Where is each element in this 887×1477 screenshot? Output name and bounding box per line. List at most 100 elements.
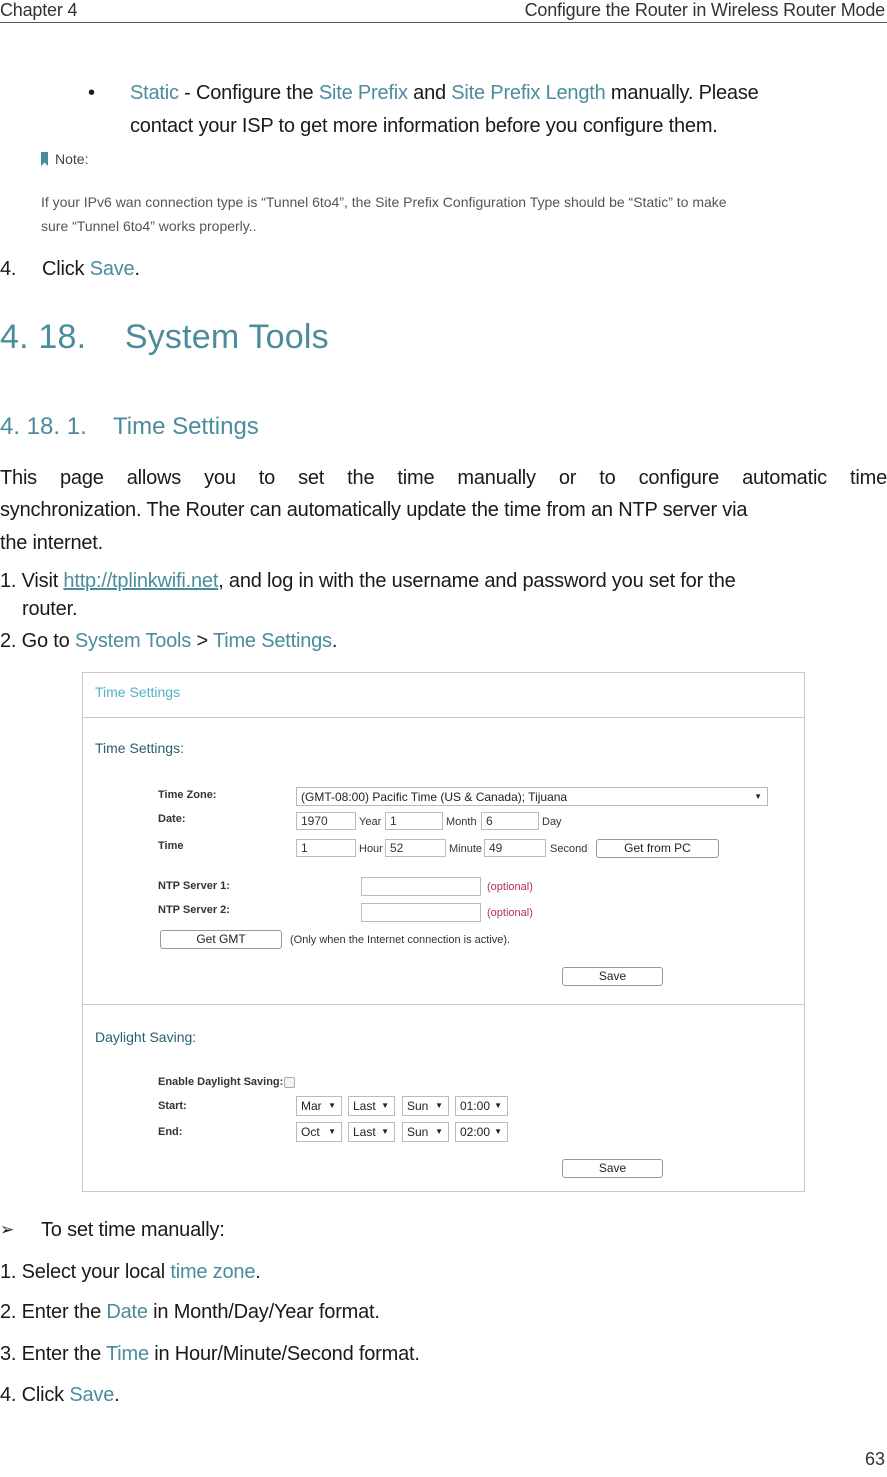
second-input[interactable]: 49 <box>484 839 546 857</box>
term-static: Static <box>130 82 179 104</box>
ntp-server-1-optional: (optional) <box>487 881 533 893</box>
chapter-title: Configure the Router in Wireless Router … <box>524 0 886 20</box>
save-link-text: Save <box>89 258 135 280</box>
month-unit: Month <box>446 816 477 828</box>
note-bookmark-icon <box>41 152 48 166</box>
intro-line3: the internet. <box>0 532 104 554</box>
text: . <box>255 1261 261 1283</box>
end-month-select[interactable]: Oct ▼ <box>296 1122 342 1142</box>
time-zone-label: Time Zone: <box>158 789 217 801</box>
text: 3. Enter the <box>0 1343 106 1365</box>
term-site-prefix-length: Site Prefix Length <box>451 82 606 104</box>
month-input[interactable]: 1 <box>385 812 443 830</box>
intro-line2: synchronization. The Router can automati… <box>0 499 748 521</box>
intro-line1: This page allows you to set the time man… <box>0 467 887 489</box>
date-label: Date: <box>158 813 186 825</box>
end-label: End: <box>158 1126 183 1138</box>
start-week-select[interactable]: Last ▼ <box>348 1096 395 1116</box>
day-input[interactable]: 6 <box>481 812 539 830</box>
time-zone-value: (GMT-08:00) Pacific Time (US & Canada); … <box>301 790 568 804</box>
start-month-select[interactable]: Mar ▼ <box>296 1096 342 1116</box>
text: . <box>331 630 338 652</box>
time-settings-screenshot: Time Settings Time Settings: Time Zone: … <box>82 672 805 1192</box>
chapter-label: Chapter 4 <box>0 0 78 20</box>
ntp-server-2-input[interactable] <box>361 903 481 922</box>
manual-step-1: 1. Select your local time zone. <box>0 1256 261 1288</box>
static-bullet-line2: contact your ISP to get more information… <box>130 115 718 137</box>
second-unit: Second <box>550 843 588 855</box>
end-month-value: Oct <box>301 1125 320 1139</box>
dropdown-arrow-icon: ▼ <box>381 1101 389 1110</box>
text: 2. Go to <box>0 630 75 652</box>
term-time: Time <box>106 1343 149 1365</box>
manual-step-2: 2. Enter the Date in Month/Day/Year form… <box>0 1296 380 1328</box>
term-date: Date <box>106 1301 148 1323</box>
term-time-zone: time zone <box>170 1261 256 1283</box>
start-month-value: Mar <box>301 1099 322 1113</box>
enable-dst-checkbox[interactable] <box>284 1077 295 1088</box>
minute-input[interactable]: 52 <box>385 839 446 857</box>
start-day-select[interactable]: Sun ▼ <box>402 1096 449 1116</box>
section-daylight-saving: Daylight Saving: <box>95 1029 197 1045</box>
dropdown-arrow-icon: ▼ <box>381 1127 389 1136</box>
text: 2. Enter the <box>0 1301 107 1323</box>
dropdown-arrow-icon: ▼ <box>494 1101 502 1110</box>
manual-step-3: 3. Enter the Time in Hour/Minute/Second … <box>0 1338 420 1370</box>
save-button-dst[interactable]: Save <box>562 1159 663 1178</box>
time-zone-select[interactable]: (GMT-08:00) Pacific Time (US & Canada); … <box>296 787 768 806</box>
hour-input[interactable]: 1 <box>296 839 356 857</box>
end-week-select[interactable]: Last ▼ <box>348 1122 395 1142</box>
note-text-line2: sure “Tunnel 6to4” works properly.. <box>41 218 257 234</box>
step2: 2. Go to System Tools > Time Settings. <box>0 625 337 657</box>
text: 1. Select your local <box>0 1261 171 1283</box>
menu-system-tools: System Tools <box>74 630 192 652</box>
dropdown-arrow-icon: ▼ <box>754 792 762 801</box>
end-week-value: Last <box>353 1125 376 1139</box>
text: in Hour/Minute/Second format. <box>148 1343 420 1365</box>
panel-title-bar: Time Settings <box>83 673 804 718</box>
subsection-heading: 4. 18. 1. Time Settings <box>0 413 259 440</box>
text: . <box>134 258 140 280</box>
menu-time-settings: Time Settings <box>212 630 332 652</box>
text: > <box>191 630 213 652</box>
arrow-bullet-icon: ➢ <box>0 1220 15 1239</box>
dropdown-arrow-icon: ▼ <box>435 1127 443 1136</box>
bullet-dot: • <box>88 82 95 104</box>
start-time-value: 01:00 <box>460 1099 491 1113</box>
term-site-prefix: Site Prefix <box>318 82 408 104</box>
section-time-settings: Time Settings: <box>95 740 184 756</box>
ntp-server-1-label: NTP Server 1: <box>158 880 230 892</box>
start-time-select[interactable]: 01:00 ▼ <box>455 1096 508 1116</box>
note-text-line1: If your IPv6 wan connection type is “Tun… <box>41 194 727 210</box>
start-week-value: Last <box>353 1099 376 1113</box>
section-heading: 4. 18. System Tools <box>0 318 329 356</box>
end-time-select[interactable]: 02:00 ▼ <box>455 1122 508 1142</box>
text: - Configure the <box>178 82 319 104</box>
get-gmt-button[interactable]: Get GMT <box>160 930 282 949</box>
enable-dst-label: Enable Daylight Saving: <box>158 1076 284 1088</box>
start-label: Start: <box>158 1100 187 1112</box>
get-from-pc-button[interactable]: Get from PC <box>596 839 719 858</box>
text: in Month/Day/Year format. <box>147 1301 380 1323</box>
ntp-server-2-optional: (optional) <box>487 907 533 919</box>
time-label: Time <box>158 840 184 852</box>
year-input[interactable]: 1970 <box>296 812 356 830</box>
text: Click <box>42 258 90 280</box>
dropdown-arrow-icon: ▼ <box>435 1101 443 1110</box>
end-day-select[interactable]: Sun ▼ <box>402 1122 449 1142</box>
tplinkwifi-link[interactable]: http://tplinkwifi.net <box>63 570 218 592</box>
day-unit: Day <box>542 816 562 828</box>
start-day-value: Sun <box>407 1099 429 1113</box>
manual-step-4: 4. Click Save. <box>0 1379 120 1411</box>
page-number: 63 <box>864 1449 885 1469</box>
ntp-server-2-label: NTP Server 2: <box>158 904 230 916</box>
static-bullet-line1: Static - Configure the Site Prefix and S… <box>130 77 759 109</box>
save-button-time[interactable]: Save <box>562 967 663 986</box>
ntp-server-1-input[interactable] <box>361 877 481 896</box>
header-divider <box>0 22 887 23</box>
text: 1. Visit <box>0 570 64 592</box>
text: . <box>114 1384 120 1406</box>
term-save: Save <box>69 1384 115 1406</box>
step-number: 4. <box>0 258 17 280</box>
panel-title: Time Settings <box>95 684 181 700</box>
